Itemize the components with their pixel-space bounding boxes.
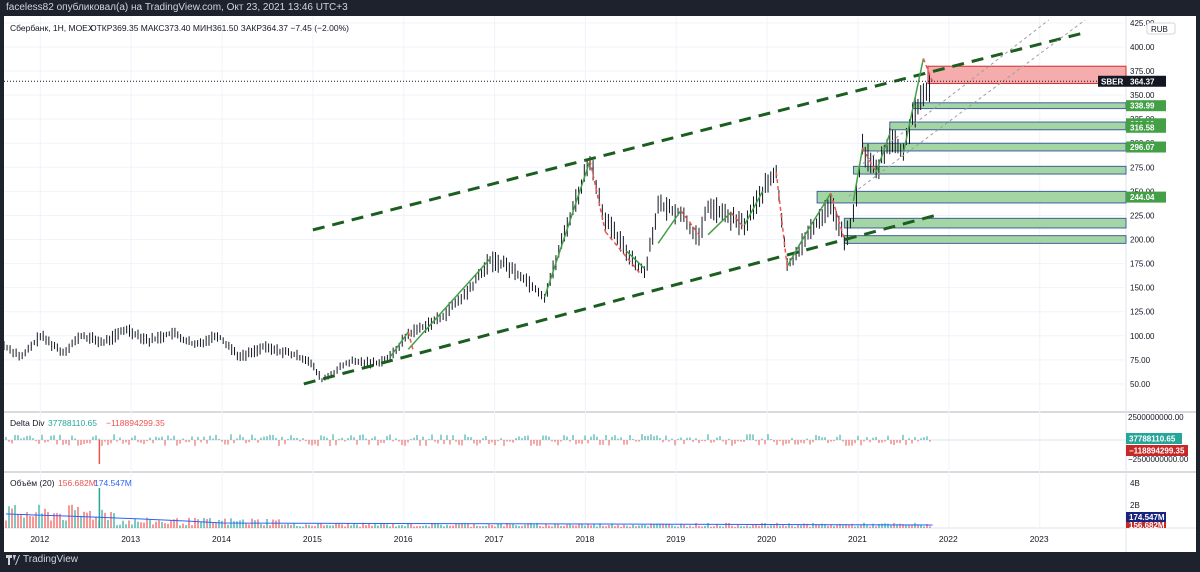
channel-line-0 xyxy=(303,213,936,386)
time-tick-2022: 2022 xyxy=(939,534,958,544)
impulse-line-2 xyxy=(543,160,591,298)
zone-demand-2 xyxy=(889,121,1127,131)
brand-label: TradingView xyxy=(23,554,79,565)
publish-bar: faceless82 опубликовал(а) на TradingView… xyxy=(0,0,1200,16)
time-tick-2015: 2015 xyxy=(303,534,322,544)
publish-line: faceless82 опубликовал(а) на TradingView… xyxy=(6,2,348,13)
price-tick-200: 200.00 xyxy=(1130,236,1155,245)
time-tick-2020: 2020 xyxy=(757,534,776,544)
chart-svg[interactable]: 50.00 75.00 100.00 125.00 150.00 175.00 200.00… xyxy=(3,16,1196,552)
last-price-label: 364.37 xyxy=(1130,77,1155,86)
delta-tag-pos-label: 37788110.65 xyxy=(1129,435,1176,444)
time-tick-2014: 2014 xyxy=(212,534,231,544)
legend-symbol[interactable]: Сбербанк, 1Н, MOEX xyxy=(10,23,94,33)
time-tick-2013: 2013 xyxy=(121,534,140,544)
ticker-label: SBER xyxy=(1101,77,1123,86)
delta-scale-top: 2500000000.00 xyxy=(1128,413,1184,422)
price-tick-150: 150.00 xyxy=(1130,284,1155,293)
bottom-bar xyxy=(0,552,1200,572)
tradingview-logo[interactable]: TradingView xyxy=(6,554,78,565)
time-tick-2017: 2017 xyxy=(485,534,504,544)
delta-value-pos: 37788110.65 xyxy=(48,418,97,428)
volume-bars xyxy=(5,488,933,528)
price-tick-275: 275.00 xyxy=(1130,163,1155,172)
volume-label[interactable]: Объём (20) xyxy=(10,478,55,488)
zones-layer xyxy=(816,65,1127,244)
price-tick-375: 375.00 xyxy=(1130,67,1155,76)
delta-bars xyxy=(4,434,1126,464)
time-tick-2016: 2016 xyxy=(394,534,413,544)
time-tick-2023: 2023 xyxy=(1030,534,1049,544)
volume-scale-4b: 4B xyxy=(1130,479,1140,488)
price-tick-125: 125.00 xyxy=(1130,308,1155,317)
volume-scale-2b: 2B xyxy=(1130,501,1140,510)
delta-label[interactable]: Delta Div xyxy=(10,418,45,428)
time-tick-2019: 2019 xyxy=(666,534,685,544)
level-label-3: 296.07 xyxy=(1130,143,1155,152)
delta-scale-bottom: −2500000000.00 xyxy=(1128,455,1189,464)
zone-demand-3 xyxy=(862,142,1127,152)
zone-demand-4 xyxy=(852,165,1127,175)
volume-ma-line xyxy=(5,513,933,526)
level-label-2: 316.58 xyxy=(1130,123,1155,132)
zone-demand-7 xyxy=(843,235,1127,244)
chart-frame[interactable]: 50.00 75.00 100.00 125.00 150.00 175.00 200.00… xyxy=(3,16,1196,552)
time-tick-2021: 2021 xyxy=(848,534,867,544)
correction-line-1 xyxy=(589,160,607,232)
volume-tag-red-label: 156.682M xyxy=(1129,521,1165,530)
legend-ohlc: ОТКР369.35 МАКС373.40 МИН361.50 ЗАКР364.… xyxy=(90,23,349,33)
impulse-line-7 xyxy=(786,229,809,267)
volume-value-1: 156.682M xyxy=(58,478,96,488)
correction-line-2 xyxy=(604,231,641,274)
level-label-4: 244.04 xyxy=(1130,193,1155,202)
price-axis[interactable]: 50.00 75.00 100.00 125.00 150.00 175.00 200.00… xyxy=(1130,19,1155,389)
time-tick-2018: 2018 xyxy=(575,534,594,544)
delta-tag-neg-label: −118894299.35 xyxy=(1129,447,1185,456)
price-tick-225: 225.00 xyxy=(1130,211,1155,220)
time-axis[interactable]: 2012 2013 2014 2015 2016 2017 2018 2019 2020 2021… xyxy=(30,534,1049,544)
price-tick-400: 400.00 xyxy=(1130,43,1155,52)
price-tick-100: 100.00 xyxy=(1130,332,1155,341)
tradingview-logo-icon xyxy=(6,554,20,565)
volume-value-2: 174.547M xyxy=(94,478,132,488)
price-tick-350: 350.00 xyxy=(1130,91,1155,100)
zone-demand-5 xyxy=(816,190,1127,204)
zone-demand-1 xyxy=(912,102,1127,110)
price-tick-75: 75.00 xyxy=(1130,356,1151,365)
correction-line-4 xyxy=(730,212,745,229)
zone-demand-6 xyxy=(843,217,1127,229)
currency-label: RUB xyxy=(1151,25,1168,34)
time-tick-2012: 2012 xyxy=(30,534,49,544)
price-tick-50: 50.00 xyxy=(1130,380,1151,389)
grid xyxy=(4,16,1126,528)
price-tick-175: 175.00 xyxy=(1130,260,1155,269)
delta-value-neg: −118894299.35 xyxy=(106,418,165,428)
level-label-0: 338.99 xyxy=(1130,102,1155,111)
